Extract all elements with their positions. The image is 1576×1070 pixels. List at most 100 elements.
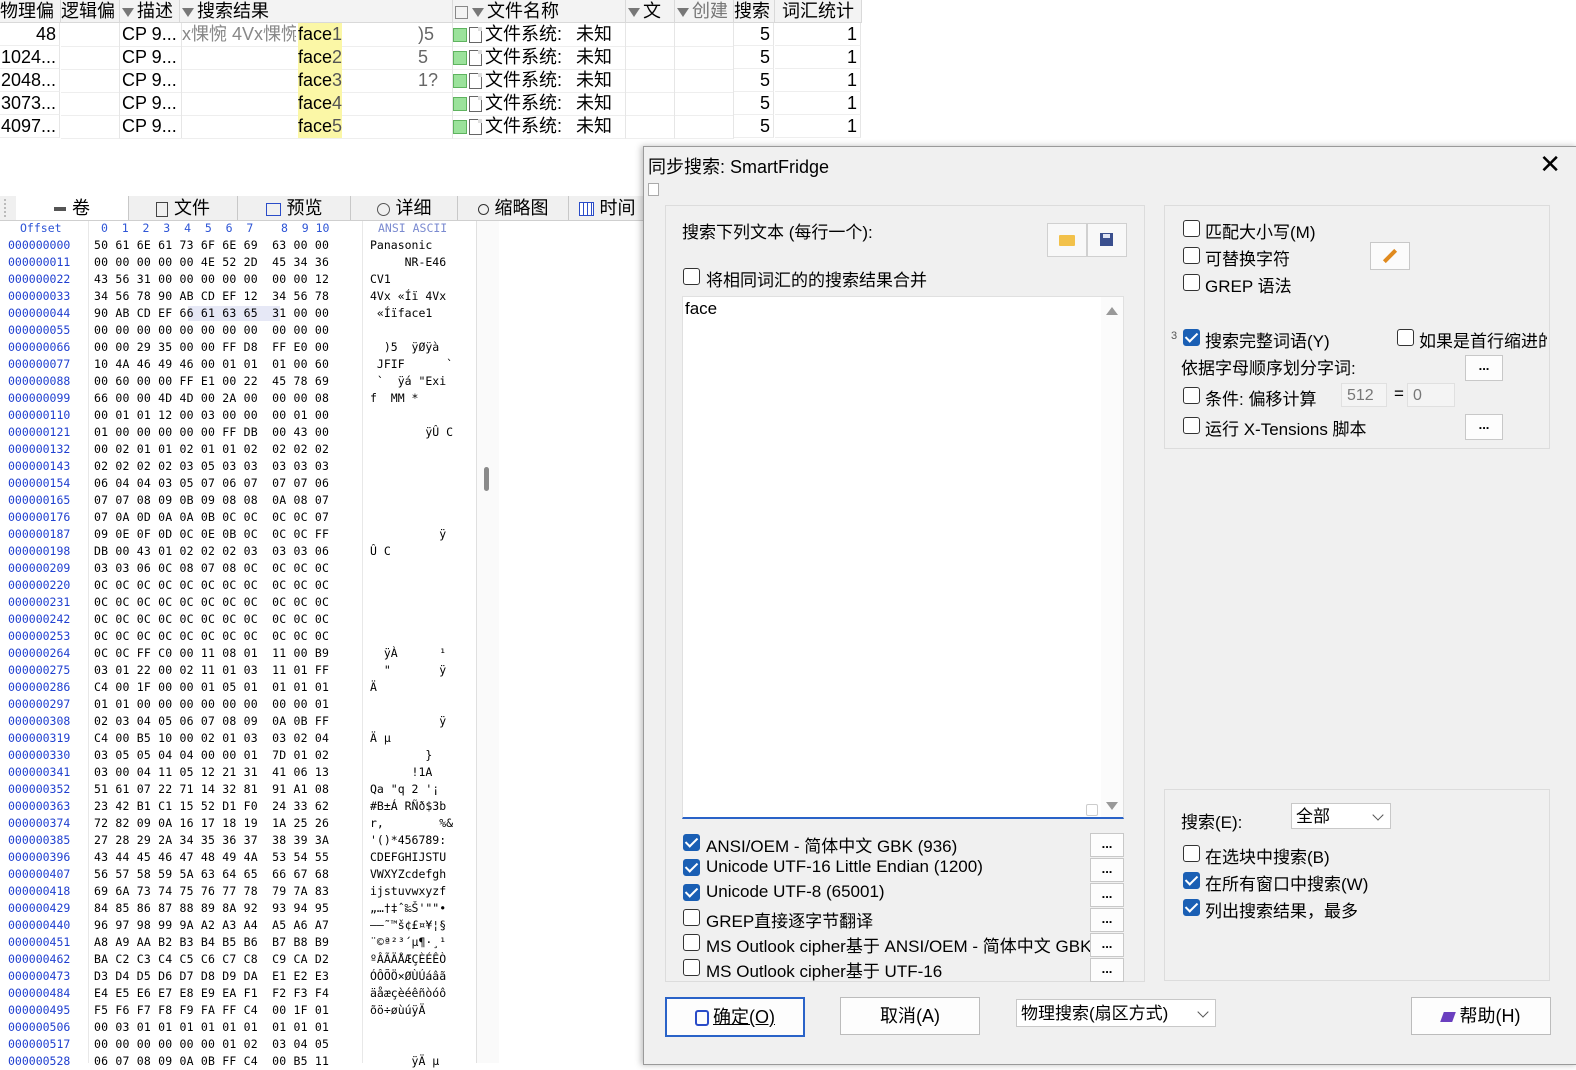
hex-bytes[interactable]: DB 00 43 01 02 02 02 03 03 03 06 <box>94 543 329 560</box>
col-header-created[interactable]: 创建 <box>675 0 734 23</box>
hex-ascii[interactable]: Ä <box>370 679 377 696</box>
hex-bytes[interactable]: 00 00 00 00 00 00 00 00 00 00 00 <box>94 322 329 339</box>
edit-alt-chars-button[interactable] <box>1370 242 1410 270</box>
hex-bytes[interactable]: 96 97 98 99 9A A2 A3 A4 A5 A6 A7 <box>94 917 329 934</box>
cancel-button[interactable]: 取消(A) <box>840 997 980 1035</box>
hex-bytes[interactable]: E4 E5 E6 E7 E8 E9 EA F1 F2 F3 F4 <box>94 985 329 1002</box>
tab-preview[interactable]: 预览 <box>238 196 351 220</box>
hex-ascii[interactable]: –—˜™š¢£¤¥¦§ <box>370 917 446 934</box>
tab-file[interactable]: 文件 <box>129 196 238 220</box>
col-header-search[interactable]: 搜索 <box>734 0 775 23</box>
hex-ascii[interactable]: ` ÿá "Exi <box>370 373 446 390</box>
hex-bytes[interactable]: 02 02 02 02 03 05 03 03 03 03 03 <box>94 458 329 475</box>
encoding-checkbox[interactable] <box>683 884 700 901</box>
hex-bytes[interactable]: 03 01 22 00 02 11 01 03 11 01 FF <box>94 662 329 679</box>
hex-bytes[interactable]: 03 03 06 0C 08 07 08 0C 0C 0C 0C <box>94 560 329 577</box>
in-block-checkbox[interactable] <box>1183 845 1200 862</box>
hex-bytes[interactable]: 03 00 04 11 05 12 21 31 41 06 13 <box>94 764 329 781</box>
hex-editor[interactable]: Offset 0 1 2 3 4 5 6 7 8 9 10 ANSI ASCII… <box>0 221 500 1068</box>
hex-bytes[interactable]: 90 AB CD EF 66 61 63 65 31 00 00 <box>94 305 329 322</box>
hex-bytes[interactable]: 0C 0C 0C 0C 0C 0C 0C 0C 0C 0C 0C <box>94 577 329 594</box>
hex-bytes[interactable]: D3 D4 D5 D6 D7 D8 D9 DA E1 E2 E3 <box>94 968 329 985</box>
filter-icon[interactable] <box>472 7 484 17</box>
hex-bytes[interactable]: 43 44 45 46 47 48 49 4A 53 54 55 <box>94 849 329 866</box>
drag-handle[interactable] <box>4 199 16 217</box>
all-windows-checkbox[interactable] <box>1183 872 1200 889</box>
item-checkbox[interactable] <box>453 74 467 89</box>
encoding-checkbox[interactable] <box>683 959 700 976</box>
hex-ascii[interactable]: ÿÛ C <box>370 424 453 441</box>
hex-ascii[interactable]: „…†‡ˆ‰Š'""• <box>370 900 446 917</box>
col-header-physical-offset[interactable]: 物理偏 <box>0 0 61 23</box>
hex-ascii[interactable]: VWXYZcdefgh <box>370 866 446 883</box>
offset-modulus-input[interactable]: 512 <box>1341 383 1387 407</box>
search-mode-select[interactable]: 物理搜索(扇区方式) <box>1016 999 1216 1027</box>
hex-ascii[interactable]: CDEFGHIJSTU <box>370 849 446 866</box>
hex-bytes[interactable]: 10 4A 46 49 46 00 01 01 01 00 60 <box>94 356 329 373</box>
hex-bytes[interactable]: 0C 0C FF C0 00 11 08 01 11 00 B9 <box>94 645 329 662</box>
hex-ascii[interactable]: )5 ÿØÿà <box>370 339 439 356</box>
hex-ascii[interactable]: } <box>370 747 432 764</box>
hex-ascii[interactable]: CV1 <box>370 271 391 288</box>
filter-icon[interactable] <box>677 7 689 17</box>
filter-icon[interactable] <box>122 7 134 17</box>
hex-bytes[interactable]: 00 00 29 35 00 00 FF D8 FF E0 00 <box>94 339 329 356</box>
hex-ascii[interactable]: «Íïface1 <box>370 305 432 322</box>
encoding-checkbox[interactable] <box>683 934 700 951</box>
hex-bytes[interactable]: 00 02 01 01 02 01 01 02 02 02 02 <box>94 441 329 458</box>
hex-bytes[interactable]: 07 07 08 09 0B 09 08 08 0A 08 07 <box>94 492 329 509</box>
encoding-options-button[interactable]: ... <box>1090 833 1124 857</box>
hex-ascii[interactable]: õö÷øùúÿÄ <box>370 1002 425 1019</box>
scroll-down-icon[interactable] <box>1106 802 1118 810</box>
hex-bytes[interactable]: F5 F6 F7 F8 F9 FA FF C4 00 1F 01 <box>94 1002 329 1019</box>
offset-condition-checkbox[interactable] <box>1183 387 1200 404</box>
select-all-checkbox[interactable] <box>455 5 468 19</box>
item-checkbox[interactable] <box>453 28 467 43</box>
hex-ascii[interactable]: !1A <box>370 764 433 781</box>
hex-bytes[interactable]: 02 03 04 05 06 07 08 09 0A 0B FF <box>94 713 329 730</box>
list-results-checkbox[interactable] <box>1183 899 1200 916</box>
help-button[interactable]: 帮助(H) <box>1411 997 1551 1035</box>
encoding-options-button[interactable]: ... <box>1090 858 1124 882</box>
hex-bytes[interactable]: 0C 0C 0C 0C 0C 0C 0C 0C 0C 0C 0C <box>94 611 329 628</box>
hex-bytes[interactable]: 00 03 01 01 01 01 01 01 01 01 01 <box>94 1019 329 1036</box>
hex-ascii[interactable]: '()*456789: <box>370 832 446 849</box>
hex-ascii[interactable]: ÿÀ ¹ <box>370 645 446 662</box>
hex-bytes[interactable]: 34 56 78 90 AB CD EF 12 34 56 78 <box>94 288 329 305</box>
col-header-file-name[interactable]: 文件名称 <box>453 0 626 23</box>
hex-ascii[interactable]: ÿÄ µ <box>370 1053 440 1070</box>
filter-icon[interactable] <box>182 7 194 17</box>
hex-bytes[interactable]: 84 85 86 87 88 89 8A 92 93 94 95 <box>94 900 329 917</box>
hex-ascii[interactable]: JFIF ` <box>370 356 453 373</box>
hex-ascii[interactable]: ºÂÃÄÅÆÇÈÉÊÒ <box>370 951 446 968</box>
merge-results-checkbox[interactable] <box>683 268 700 285</box>
col-header-search-hit[interactable]: 搜索结果 <box>180 0 453 23</box>
item-checkbox[interactable] <box>453 51 467 66</box>
tab-thumbnails[interactable]: 缩略图 <box>458 196 569 220</box>
search-terms-textarea[interactable]: face <box>682 296 1124 819</box>
hex-ascii[interactable]: äåæçèéêñòóô <box>370 985 446 1002</box>
xtension-button[interactable]: ... <box>1465 414 1503 440</box>
hex-bytes[interactable]: 00 60 00 00 FF E1 00 22 45 78 69 <box>94 373 329 390</box>
hex-ascii[interactable]: Qa "q 2 '¡ <box>370 781 439 798</box>
hex-bytes[interactable]: 66 00 00 4D 4D 00 2A 00 00 00 08 <box>94 390 329 407</box>
hex-bytes[interactable]: 07 0A 0D 0A 0A 0B 0C 0C 0C 0C 07 <box>94 509 329 526</box>
textarea-scrollbar[interactable] <box>1101 297 1123 817</box>
hex-bytes[interactable]: 27 28 29 2A 34 35 36 37 38 39 3A <box>94 832 329 849</box>
tab-timeline[interactable]: 时间 <box>569 196 645 220</box>
ok-button[interactable]: 确定(O) <box>665 997 805 1037</box>
hex-bytes[interactable]: 00 00 00 00 00 00 01 02 03 04 05 <box>94 1036 329 1053</box>
hex-bytes[interactable]: 50 61 6E 61 73 6F 6E 69 63 00 00 <box>94 237 329 254</box>
hex-ascii[interactable]: NR-E46 <box>370 254 447 271</box>
hex-bytes[interactable]: 06 07 08 09 0A 0B FF C4 00 B5 11 <box>94 1053 329 1070</box>
hex-ascii[interactable]: ÓÔÕÖ×ØÙÚáâã <box>370 968 446 985</box>
hex-bytes[interactable]: 72 82 09 0A 16 17 18 19 1A 25 26 <box>94 815 329 832</box>
hex-bytes[interactable]: 01 01 00 00 00 00 00 00 00 00 01 <box>94 696 329 713</box>
hex-ascii[interactable]: Panasonic <box>370 237 432 254</box>
hex-bytes[interactable]: 0C 0C 0C 0C 0C 0C 0C 0C 0C 0C 0C <box>94 628 329 645</box>
hex-bytes[interactable]: C4 00 B5 10 00 02 01 03 03 02 04 <box>94 730 329 747</box>
hex-bytes[interactable]: A8 A9 AA B2 B3 B4 B5 B6 B7 B8 B9 <box>94 934 329 951</box>
hex-bytes[interactable]: 43 56 31 00 00 00 00 00 00 00 12 <box>94 271 329 288</box>
close-icon[interactable]: ✕ <box>1539 149 1561 179</box>
offset-remainder-input[interactable]: 0 <box>1407 383 1455 407</box>
